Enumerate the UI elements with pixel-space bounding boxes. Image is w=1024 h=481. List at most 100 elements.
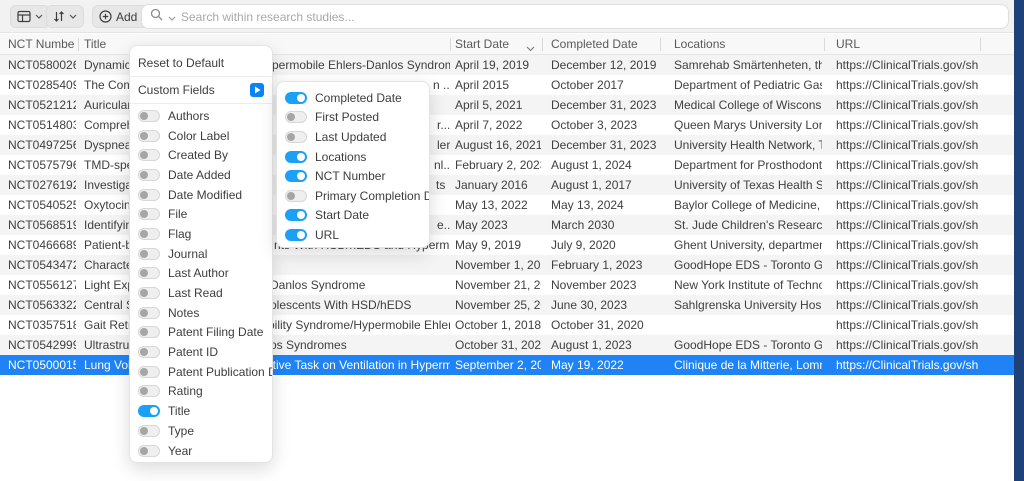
cell-nct-number: NCT04666896 [8,235,76,255]
field-toggle-item[interactable]: Journal [130,244,272,264]
custom-field-toggle-item[interactable]: Completed Date [277,88,429,108]
cell-locations: Department of Pediatric Gastroen... [674,75,822,95]
toggle-on-icon[interactable] [285,170,307,182]
toggle-off-icon[interactable] [138,169,160,181]
toggle-knob [297,94,305,102]
toggle-on-icon[interactable] [285,92,307,104]
sort-button[interactable] [46,5,84,28]
toggle-knob [140,269,148,277]
toggle-knob [140,132,148,140]
toggle-on-icon[interactable] [285,151,307,163]
column-header-url[interactable]: URL [836,34,956,55]
column-header-nct-number[interactable]: NCT Number [8,34,74,55]
field-toggle-item[interactable]: Last Read [130,283,272,303]
cell-completed-date: December 31, 2023 [551,135,658,155]
cell-start-date: August 16, 2021 [455,135,541,155]
reset-to-default-menu-item[interactable]: Reset to Default [130,52,272,74]
toggle-off-icon[interactable] [285,190,307,202]
cell-start-date: January 2016 [455,175,541,195]
field-toggle-item[interactable]: Patent Publication Date [130,362,272,382]
cell-start-date: November 1, 2022 [455,255,541,275]
toggle-off-icon[interactable] [138,346,160,358]
cell-nct-number: NCT04972565 [8,135,76,155]
custom-field-toggle-item[interactable]: Primary Completion Date [277,186,429,206]
column-divider[interactable] [542,38,543,51]
cell-start-date: May 13, 2022 [455,195,541,215]
column-divider[interactable] [980,38,981,51]
field-toggle-item[interactable]: Date Added [130,165,272,185]
toggle-off-icon[interactable] [138,287,160,299]
toggle-off-icon[interactable] [138,110,160,122]
field-toggle-item[interactable]: Notes [130,303,272,323]
field-toggle-item[interactable]: Authors [130,106,272,126]
cell-locations: University Health Network, Toront... [674,135,822,155]
field-toggle-item[interactable]: Patent Filing Date [130,323,272,343]
column-divider[interactable] [450,38,451,51]
search-box[interactable] [141,4,1009,29]
column-divider[interactable] [78,38,79,51]
custom-fields-label: Custom Fields [138,83,215,97]
custom-field-toggle-label: First Posted [315,110,379,124]
toggle-off-icon[interactable] [138,445,160,457]
field-toggle-item[interactable]: Date Modified [130,185,272,205]
toggle-knob [140,230,148,238]
column-header-completed-date[interactable]: Completed Date [551,34,651,55]
custom-fields-menu-item[interactable]: Custom Fields [130,79,272,101]
custom-field-toggle-item[interactable]: URL [277,225,429,245]
cell-nct-number: NCT05148039 [8,115,76,135]
toggle-off-icon[interactable] [138,149,160,161]
toggle-off-icon[interactable] [138,248,160,260]
field-toggle-item[interactable]: File [130,204,272,224]
toggle-off-icon[interactable] [138,267,160,279]
custom-field-toggle-item[interactable]: Last Updated [277,127,429,147]
chevron-down-icon[interactable] [168,8,176,26]
field-toggle-item[interactable]: Rating [130,382,272,402]
sort-chevron-icon[interactable] [526,41,535,55]
field-toggle-label: Type [168,424,194,438]
toggle-off-icon[interactable] [285,111,307,123]
toggle-off-icon[interactable] [138,228,160,240]
toggle-off-icon[interactable] [138,208,160,220]
field-toggle-item[interactable]: Type [130,421,272,441]
field-toggle-item[interactable]: Last Author [130,264,272,284]
toggle-on-icon[interactable] [138,405,160,417]
toggle-off-icon[interactable] [138,326,160,338]
column-divider[interactable] [660,38,661,51]
cell-url: https://ClinicalTrials.gov/show/NC... [836,355,978,375]
field-toggle-label: Date Added [168,168,231,182]
toggle-off-icon[interactable] [138,366,160,378]
title-fragment-right: itive Task on Ventilation in Hypermobile… [270,355,450,375]
custom-field-toggle-label: Start Date [315,208,369,222]
cell-url: https://ClinicalTrials.gov/show/NC... [836,275,978,295]
search-input[interactable] [181,10,1000,24]
custom-field-toggle-item[interactable]: First Posted [277,108,429,128]
add-button-label: Add [116,10,137,24]
field-toggle-item[interactable]: Flag [130,224,272,244]
toggle-on-icon[interactable] [285,209,307,221]
toggle-off-icon[interactable] [138,189,160,201]
field-toggle-item[interactable]: Color Label [130,126,272,146]
toggle-off-icon[interactable] [138,385,160,397]
cell-nct-number: NCT05405257 [8,195,76,215]
toggle-off-icon[interactable] [285,131,307,143]
field-toggle-item[interactable]: Created By [130,145,272,165]
column-header-locations[interactable]: Locations [674,34,804,55]
submenu-expand-icon [250,83,264,97]
toggle-knob [140,447,148,455]
view-layout-button[interactable] [10,5,50,28]
column-header-start-date[interactable]: Start Date [455,34,525,55]
cell-nct-number: NCT05434728 [8,255,76,275]
field-toggle-label: Color Label [168,129,229,143]
custom-field-toggle-item[interactable]: Start Date [277,206,429,226]
toggle-off-icon[interactable] [138,425,160,437]
field-toggle-item[interactable]: Year [130,441,272,461]
field-toggle-item[interactable]: Title [130,401,272,421]
toggle-on-icon[interactable] [285,229,307,241]
toggle-off-icon[interactable] [138,130,160,142]
custom-field-toggle-item[interactable]: Locations [277,147,429,167]
field-toggle-label: Last Read [168,286,223,300]
field-toggle-item[interactable]: Patent ID [130,342,272,362]
custom-field-toggle-item[interactable]: NCT Number [277,166,429,186]
toggle-off-icon[interactable] [138,307,160,319]
column-divider[interactable] [824,38,825,51]
